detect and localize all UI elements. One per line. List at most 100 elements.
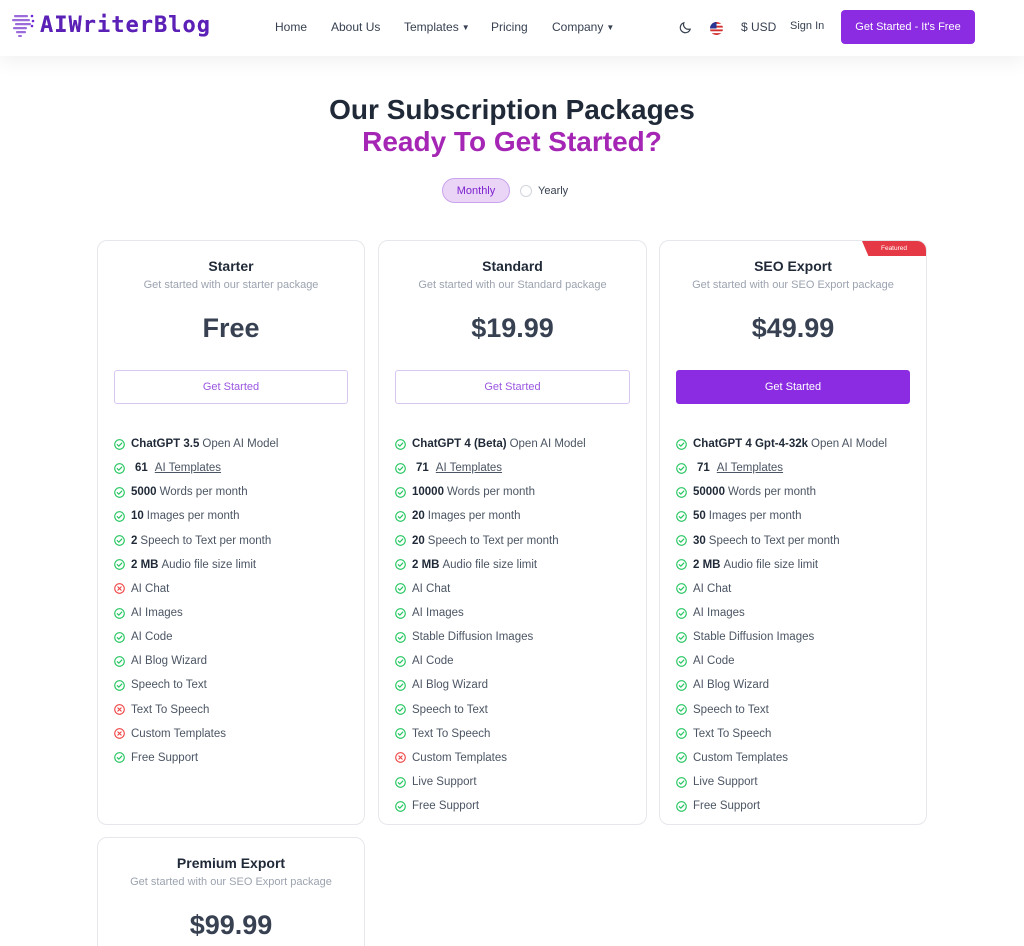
feature-list: ChatGPT 4 (Beta) Open AI Model 71 AI Templa… bbox=[395, 432, 586, 818]
check-circle-icon bbox=[114, 511, 125, 522]
plan-price: $19.99 bbox=[471, 313, 554, 343]
feature-item: Stable Diffusion Images bbox=[395, 625, 586, 649]
feature-item: Speech to Text bbox=[676, 698, 887, 722]
feature-text: Audio file size limit bbox=[723, 558, 819, 571]
quill-logo-icon bbox=[12, 14, 35, 37]
feature-text: Open AI Model bbox=[811, 438, 888, 451]
billing-monthly-option[interactable]: Monthly bbox=[442, 178, 510, 203]
check-circle-icon bbox=[114, 752, 125, 764]
plan-description: Get started with our SEO Export package bbox=[130, 876, 332, 888]
nav-company[interactable]: Company ▼ bbox=[552, 20, 614, 34]
check-circle-icon bbox=[395, 438, 406, 450]
check-circle-icon bbox=[676, 559, 687, 571]
feature-item: AI Chat bbox=[676, 577, 887, 601]
feature-highlight: 20 bbox=[412, 534, 425, 547]
nav-templates-label: Templates bbox=[404, 20, 459, 34]
check-circle-icon bbox=[395, 776, 406, 788]
check-circle-icon bbox=[395, 607, 406, 619]
feature-text: Live Support bbox=[693, 776, 758, 789]
feature-text: Speech to Text bbox=[693, 703, 769, 716]
check-circle-icon bbox=[114, 607, 125, 619]
feature-text: AI Code bbox=[693, 655, 735, 668]
feature-text: AI Blog Wizard bbox=[693, 679, 770, 692]
feature-count: 71 bbox=[697, 462, 710, 475]
feature-highlight: 2 bbox=[131, 534, 138, 547]
plan-price: Free bbox=[202, 313, 260, 343]
check-circle-icon bbox=[676, 535, 687, 546]
plan-card-starter: Starter Get started with our starter pac… bbox=[97, 240, 365, 825]
plan-get-started-button[interactable]: Get Started bbox=[395, 370, 630, 404]
feature-item: Live Support bbox=[676, 770, 887, 794]
feature-highlight: ChatGPT 3.5 bbox=[131, 438, 200, 451]
check-circle-icon bbox=[114, 487, 125, 498]
feature-item: Speech to Text bbox=[114, 673, 278, 697]
feature-item: AI Code bbox=[395, 649, 586, 673]
feature-item: Free Support bbox=[395, 794, 586, 818]
feature-list: ChatGPT 3.5 Open AI Model 61 AI Templates 50… bbox=[114, 432, 278, 770]
plan-get-started-button[interactable]: Get Started bbox=[676, 370, 910, 404]
chevron-down-icon: ▼ bbox=[461, 22, 470, 32]
check-circle-icon bbox=[114, 656, 125, 667]
feature-item: Custom Templates bbox=[114, 722, 278, 746]
nav-pricing[interactable]: Pricing bbox=[491, 20, 528, 34]
feature-text: Speech to Text bbox=[131, 679, 207, 692]
check-circle-icon bbox=[395, 680, 406, 691]
plan-get-started-button[interactable]: Get Started bbox=[114, 370, 348, 404]
plan-name: Starter bbox=[208, 258, 254, 274]
check-circle-icon bbox=[676, 607, 687, 619]
feature-count: 61 bbox=[135, 462, 148, 475]
currency-selector[interactable]: $ USD bbox=[741, 20, 776, 34]
check-circle-icon bbox=[114, 535, 125, 546]
check-circle-icon bbox=[114, 680, 125, 691]
feature-item: 2 MB Audio file size limit bbox=[676, 553, 887, 577]
feature-link[interactable]: AI Templates bbox=[155, 462, 221, 474]
feature-item: Custom Templates bbox=[676, 746, 887, 770]
feature-text: AI Blog Wizard bbox=[412, 679, 489, 692]
feature-link[interactable]: AI Templates bbox=[436, 462, 502, 474]
plan-name: Premium Export bbox=[176, 855, 286, 871]
plan-name: SEO Export bbox=[754, 258, 832, 274]
brand-logo[interactable]: AIWriterBlog bbox=[12, 12, 211, 38]
check-circle-icon bbox=[395, 462, 406, 474]
feature-highlight: 10000 bbox=[412, 486, 444, 499]
feature-item: 5000 Words per month bbox=[114, 480, 278, 504]
feature-item: Stable Diffusion Images bbox=[676, 625, 887, 649]
get-started-free-button[interactable]: Get Started - It's Free bbox=[841, 10, 975, 44]
feature-link[interactable]: AI Templates bbox=[717, 462, 783, 474]
check-circle-icon bbox=[676, 511, 687, 522]
check-circle-icon bbox=[114, 462, 125, 474]
feature-text: Custom Templates bbox=[693, 751, 789, 764]
x-circle-icon bbox=[114, 728, 125, 740]
feature-item: 71 AI Templates bbox=[395, 456, 586, 480]
check-circle-icon bbox=[395, 728, 406, 740]
feature-text: Text To Speech bbox=[412, 727, 491, 740]
plan-card-standard: Standard Get started with our Standard p… bbox=[378, 240, 647, 825]
check-circle-icon bbox=[395, 559, 406, 571]
check-circle-icon bbox=[395, 535, 406, 546]
featured-ribbon: Featured bbox=[862, 241, 926, 256]
us-flag-icon[interactable] bbox=[710, 22, 723, 35]
feature-text: Open AI Model bbox=[509, 438, 586, 451]
brand-name: AIWriterBlog bbox=[40, 12, 211, 38]
feature-item: 2 MB Audio file size limit bbox=[114, 553, 278, 577]
billing-yearly-option[interactable]: Yearly bbox=[520, 184, 568, 197]
feature-item: AI Blog Wizard bbox=[395, 673, 586, 697]
nav-about[interactable]: About Us bbox=[331, 20, 380, 34]
feature-highlight: 2 MB bbox=[693, 558, 721, 571]
feature-item: 10 Images per month bbox=[114, 504, 278, 528]
nav-templates[interactable]: Templates ▼ bbox=[404, 20, 470, 34]
feature-text: Text To Speech bbox=[131, 703, 210, 716]
feature-item: ChatGPT 3.5 Open AI Model bbox=[114, 432, 278, 456]
sign-in-link[interactable]: Sign In bbox=[790, 20, 824, 32]
plan-description: Get started with our SEO Export package bbox=[692, 279, 894, 291]
nav-home[interactable]: Home bbox=[275, 20, 307, 34]
site-header: AIWriterBlog Home About Us Templates ▼ P… bbox=[0, 0, 1024, 56]
feature-item: 71 AI Templates bbox=[676, 456, 887, 480]
feature-highlight: 10 bbox=[131, 510, 144, 523]
feature-text: AI Images bbox=[131, 607, 183, 620]
feature-item: 30 Speech to Text per month bbox=[676, 529, 887, 553]
radio-button[interactable] bbox=[520, 184, 532, 197]
dark-mode-moon-icon[interactable] bbox=[679, 20, 693, 34]
check-circle-icon bbox=[676, 656, 687, 667]
feature-highlight: ChatGPT 4 Gpt-4-32k bbox=[693, 438, 809, 451]
